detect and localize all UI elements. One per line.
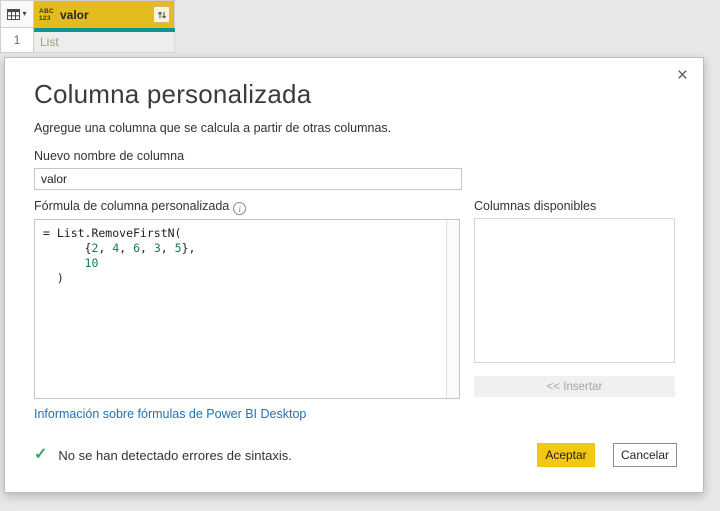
list-value-link[interactable]: List (34, 32, 175, 53)
row-number-cell[interactable]: 1 (0, 28, 34, 53)
syntax-ok-check-icon: ✓ (34, 446, 48, 463)
filter-sort-button[interactable] (153, 6, 170, 23)
type-icon-abc: ABC (39, 7, 54, 15)
table-icon (7, 8, 21, 20)
column-name: valor (59, 7, 89, 22)
close-icon[interactable]: × (677, 66, 688, 85)
formula-scrollbar[interactable] (445, 220, 459, 398)
formula-help-link[interactable]: Información sobre fórmulas de Power BI D… (34, 407, 306, 421)
info-icon[interactable]: i (233, 202, 247, 215)
column-header-valor[interactable]: ABC 123 valor (34, 0, 175, 28)
insert-column-button[interactable]: << Insertar (473, 376, 675, 397)
sort-arrows-icon (157, 10, 166, 19)
new-column-name-input[interactable] (34, 168, 462, 190)
formula-column: Fórmula de columna personalizada i = List… (34, 199, 460, 423)
custom-column-dialog: × Columna personalizada Agregue una colu… (4, 57, 704, 493)
syntax-status-text: No se han detectado errores de sintaxis. (58, 447, 292, 463)
formula-editor[interactable]: = List.RemoveFirstN( {2, 4, 6, 3, 5}, 10… (34, 219, 460, 399)
dialog-footer: ✓ No se han detectado errores de sintaxi… (34, 443, 677, 467)
cancel-button[interactable]: Cancelar (613, 443, 677, 467)
table-select-all-button[interactable]: ▾ (0, 0, 34, 28)
dialog-content: Columna personalizada Agregue una column… (5, 58, 703, 423)
available-columns-panel: Columnas disponibles << Insertar (473, 199, 675, 423)
type-icon-123: 123 (39, 14, 51, 22)
available-columns-list[interactable] (473, 218, 675, 363)
valor-column-body: List (34, 28, 175, 53)
chevron-down-icon: ▾ (22, 9, 27, 18)
data-type-any-icon[interactable]: ABC 123 (39, 8, 54, 22)
accept-button[interactable]: Aceptar (537, 443, 595, 467)
new-column-name-label: Nuevo nombre de columna (34, 149, 185, 163)
table-row: 1 List (0, 28, 175, 53)
formula-label-text: Fórmula de columna personalizada (34, 199, 230, 213)
footer-buttons: Aceptar Cancelar (537, 443, 677, 467)
table-header-row: ▾ ABC 123 valor (0, 0, 175, 28)
dialog-title: Columna personalizada (34, 79, 312, 109)
formula-label: Fórmula de columna personalizada i (34, 199, 460, 215)
formula-section: Fórmula de columna personalizada i = List… (34, 199, 675, 423)
dialog-subtitle: Agregue una columna que se calcula a par… (34, 121, 392, 135)
formula-code[interactable]: = List.RemoveFirstN( {2, 4, 6, 3, 5}, 10… (35, 220, 446, 398)
query-preview-table: ▾ ABC 123 valor 1 List (0, 0, 175, 53)
available-columns-label: Columnas disponibles (473, 199, 597, 213)
